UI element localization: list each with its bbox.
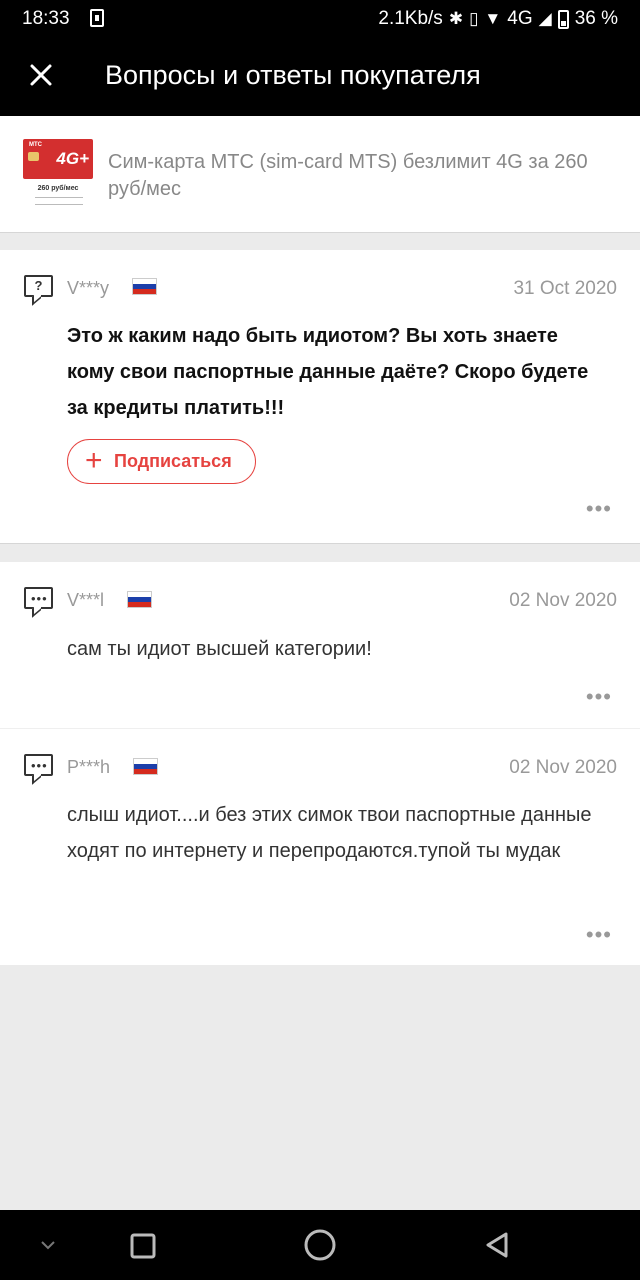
page-title: Вопросы и ответы покупателя (105, 60, 481, 90)
russia-flag-icon (127, 591, 152, 608)
recents-button[interactable] (129, 1232, 157, 1260)
close-button[interactable] (22, 56, 62, 96)
answer-icon: ••• (24, 587, 53, 609)
subscribe-label: Подписаться (114, 451, 232, 471)
question-text: Это ж каким надо быть идиотом? Вы хоть з… (67, 325, 589, 419)
battery-level: 36 % (574, 8, 618, 29)
close-icon (30, 64, 52, 86)
home-button[interactable] (302, 1227, 338, 1263)
answer-user: P***h (67, 757, 111, 777)
answer-date: 02 Nov 2020 (509, 757, 617, 778)
status-right-group: 2.1Kb/s ✱ ▯ ▼ 4G ◢ 36 % (378, 8, 618, 30)
question-more-button[interactable]: ••• (586, 498, 612, 520)
question-card: ? V***y 31 Oct 2020 Это ж каким надо быт… (0, 250, 640, 544)
answer-more-button[interactable]: ••• (586, 686, 612, 708)
vibrate-icon: ▯ (469, 9, 479, 28)
status-bar: 18:33 2.1Kb/s ✱ ▯ ▼ 4G ◢ 36 % (0, 0, 640, 38)
answer-text: слыш идиот....и без этих симок твои пасп… (67, 804, 592, 862)
navigation-bar (0, 1210, 640, 1280)
sim-card-image: МТС 4G+ (23, 139, 93, 179)
thumb-price: 260 руб/мес (37, 185, 79, 192)
plus-icon: + (85, 444, 103, 477)
question-user: V***y (67, 278, 110, 298)
network-type: 4G (507, 8, 533, 29)
product-header[interactable]: МТС 4G+ 260 руб/мес Сим-карта МТС (sim-c… (0, 116, 640, 233)
russia-flag-icon (132, 278, 157, 295)
answer-more-button[interactable]: ••• (586, 924, 612, 946)
bluetooth-icon: ✱ (448, 9, 464, 28)
thumb-badge: 4G+ (56, 149, 89, 168)
russia-flag-icon (133, 758, 158, 775)
wifi-icon: ▼ (484, 9, 502, 28)
product-thumbnail[interactable]: МТС 4G+ 260 руб/мес (23, 139, 93, 209)
battery-icon (557, 9, 569, 29)
answer-card: ••• P***h 02 Nov 2020 слыш идиот....и бе… (0, 729, 640, 965)
network-speed: 2.1Kb/s (378, 8, 443, 29)
hide-keyboard-icon[interactable] (38, 1238, 58, 1252)
sim-card-icon (90, 9, 104, 27)
product-title[interactable]: Сим-карта МТС (sim-card MTS) безлимит 4G… (108, 149, 628, 203)
sim-chip-icon (28, 152, 39, 161)
answer-date: 02 Nov 2020 (509, 590, 617, 611)
answer-icon: ••• (24, 754, 53, 776)
thumb-brand: МТС (29, 142, 42, 148)
question-icon: ? (24, 275, 53, 297)
answer-card: ••• V***l 02 Nov 2020 сам ты идиот высше… (0, 562, 640, 728)
status-time: 18:33 (22, 8, 70, 29)
thumb-fine-print (35, 197, 83, 205)
answer-text: сам ты идиот высшей категории! (67, 638, 372, 660)
back-button[interactable] (482, 1230, 512, 1260)
app-bar: Вопросы и ответы покупателя (0, 38, 640, 116)
answer-user: V***l (67, 590, 105, 610)
subscribe-button[interactable]: + Подписаться (67, 439, 256, 484)
question-date: 31 Oct 2020 (513, 278, 617, 299)
signal-icon: ◢ (538, 9, 552, 28)
